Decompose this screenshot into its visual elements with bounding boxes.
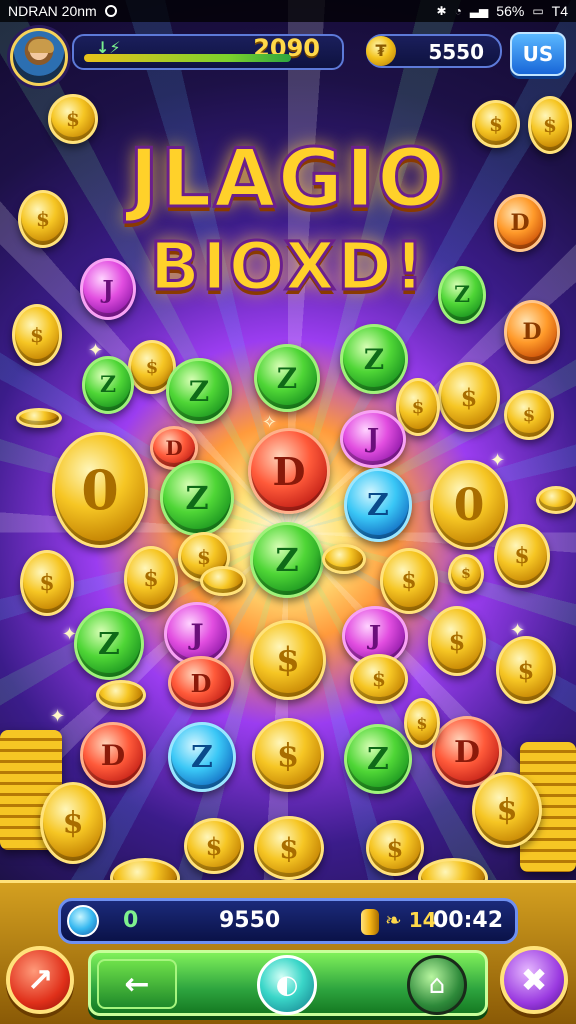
green-coin: Z <box>344 724 412 794</box>
green-coin: Z <box>74 608 144 680</box>
green-coin: Z <box>438 266 486 324</box>
status-carrier: T4 <box>551 3 568 19</box>
gold-coin: $ <box>254 816 324 880</box>
back-arrow-icon: ← <box>124 966 150 1002</box>
orb-button[interactable]: ◐ <box>257 955 317 1015</box>
gold-coin: $ <box>504 390 554 440</box>
gold-coin-edge <box>16 408 62 428</box>
gold-coin: $ <box>124 546 178 612</box>
red-coin: D <box>80 722 146 788</box>
gold-coin-edge <box>200 566 246 596</box>
orb-icon: ◐ <box>275 970 299 1000</box>
gold-coin: $ <box>448 554 484 594</box>
record-icon <box>104 5 117 17</box>
gold-coin: $ <box>184 818 244 874</box>
green-coin: Z <box>160 460 234 536</box>
gold-coin: $ <box>252 718 324 792</box>
gold-coin: $ <box>496 636 556 704</box>
sparkle-icon: ✦ <box>50 706 66 727</box>
gold-coin: $ <box>250 620 326 700</box>
gold-coin: $ <box>528 96 572 154</box>
coin-balance[interactable]: ₮ 5550 <box>366 34 502 68</box>
gold-coin: $ <box>472 100 520 148</box>
status-left-text: NDRAN 20nm <box>8 3 97 19</box>
blue-coin: Z <box>168 722 236 792</box>
gold-coin: $ <box>366 820 424 876</box>
player-avatar[interactable] <box>10 28 68 86</box>
gold-coin: $ <box>40 782 106 864</box>
battery-percent: 56% <box>496 3 525 19</box>
gold-coin: $ <box>494 524 550 588</box>
gold-coin: $ <box>12 304 62 366</box>
tools-icon: ✖ <box>520 961 548 999</box>
back-button[interactable]: ← <box>97 959 177 1009</box>
gold-coin: $ <box>472 772 542 848</box>
gold-coin: $ <box>48 94 98 144</box>
gold-coin-edge <box>536 486 576 514</box>
coin-icon <box>361 909 379 935</box>
blue-coin: Z <box>344 468 412 542</box>
xp-fill <box>84 54 291 62</box>
action-bar: ← ◐ ⌂ <box>88 950 488 1016</box>
gold-coin-edge <box>322 544 366 574</box>
green-coin: Z <box>250 522 324 598</box>
rate-value: ❧ 14 <box>385 908 437 932</box>
red-coin-center: D <box>248 428 330 514</box>
orange-coin: D <box>504 300 560 364</box>
green-coin: Z <box>254 344 320 412</box>
home-button[interactable]: ⌂ <box>407 955 467 1015</box>
gold-coin: $ <box>404 698 440 748</box>
xp-bar: ↓⚡ 2090 <box>72 34 344 70</box>
purple-coin: J <box>80 258 136 320</box>
wifi-icon: ◔ <box>454 4 462 18</box>
zero-coin: 0 <box>430 460 508 550</box>
avatar-hair <box>28 39 54 53</box>
zero-coin: 0 <box>52 432 148 548</box>
bottom-stats-bar: 0 9550 ❧ 14 00:42 <box>58 898 518 944</box>
red-coin: D <box>168 656 234 710</box>
orange-coin: D <box>494 194 546 252</box>
bottom-left-value: 0 <box>123 908 139 933</box>
timer-value: 00:42 <box>432 908 503 933</box>
menu-button[interactable]: US <box>510 32 566 76</box>
gold-coin: $ <box>428 606 486 676</box>
status-bar: NDRAN 20nm ✱ ◔ ▃▅ 56% ▭ T4 <box>0 0 576 22</box>
bluetooth-icon: ✱ <box>436 4 447 18</box>
green-coin: Z <box>82 356 134 414</box>
purple-coin: J <box>340 410 406 468</box>
megaphone-button[interactable]: ↗ <box>6 946 74 1014</box>
tools-button[interactable]: ✖ <box>500 946 568 1014</box>
signal-icon: ▃▅ <box>469 4 489 18</box>
green-coin: Z <box>166 358 232 424</box>
gold-coin: $ <box>18 190 68 248</box>
megaphone-icon: ↗ <box>26 961 54 999</box>
coin-balance-value: 5550 <box>428 40 484 64</box>
gold-coin-edge <box>96 680 146 710</box>
coin-icon: ₮ <box>366 36 396 66</box>
score-value: 9550 <box>219 908 281 933</box>
home-icon: ⌂ <box>428 970 446 1000</box>
battery-icon: ▭ <box>532 4 544 18</box>
gold-coin: $ <box>20 550 74 616</box>
sparkle-icon: ✦ <box>490 450 506 471</box>
green-coin: Z <box>340 324 408 394</box>
gold-coin: $ <box>380 548 438 614</box>
gem-icon <box>67 905 99 937</box>
gold-coin: $ <box>438 362 500 432</box>
gold-coin: $ <box>350 654 408 704</box>
